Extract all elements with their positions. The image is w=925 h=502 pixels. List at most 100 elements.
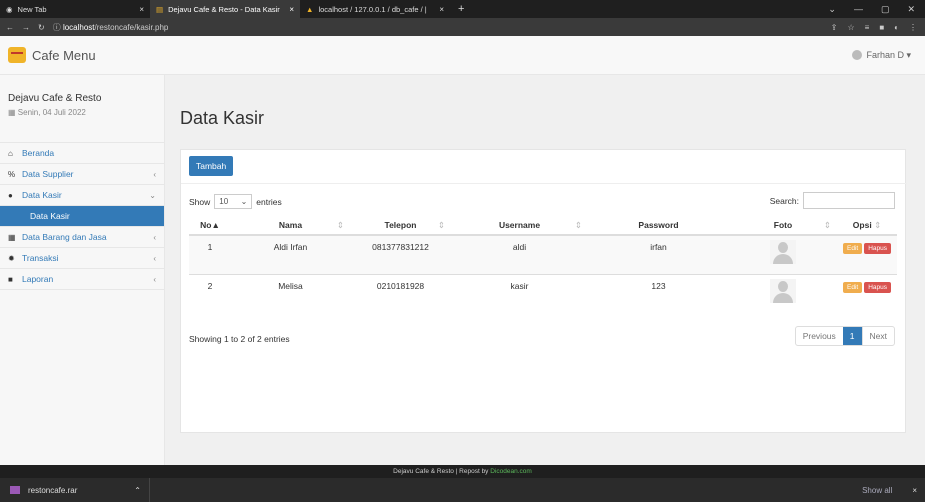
tab-new-tab[interactable]: ◉ New Tab × (0, 0, 150, 18)
share-icon[interactable]: ⇪ (831, 23, 838, 32)
star-icon[interactable]: ☆ (847, 23, 854, 32)
entries-select[interactable]: 10 ⌄ (214, 194, 253, 209)
url-field[interactable]: ⓘ localhost/restoncafe/kasir.php (53, 22, 169, 33)
tab-close-icon[interactable]: × (139, 5, 144, 14)
forward-icon[interactable]: → (22, 23, 30, 32)
cell-nama: Aldi Irfan (231, 234, 350, 274)
entries-value: 10 (219, 197, 229, 206)
sidepanel-icon[interactable]: ■ (879, 23, 884, 32)
show-all-button[interactable]: Show all (862, 486, 912, 495)
sidebar-item-laporan[interactable]: ■ Laporan ‹ (0, 269, 164, 290)
sort-icon: ⇕ (574, 220, 582, 230)
table-row: 1 Aldi Irfan 081377831212 aldi irfan Edi… (189, 234, 897, 274)
cell-foto (729, 273, 837, 313)
download-item[interactable]: restoncafe.rar ⌃ (10, 478, 150, 502)
back-icon[interactable]: ← (6, 23, 14, 32)
add-kasir-button[interactable]: Tambah (189, 156, 234, 176)
user-name: Farhan D ▾ (866, 49, 911, 60)
table-search: Search: (770, 192, 895, 209)
tab-title: New Tab (17, 4, 47, 14)
column-header-no[interactable]: No▲ (189, 216, 231, 236)
sidebar-header: Dejavu Cafe & Resto ▦ Senin, 04 Juli 202… (0, 75, 164, 143)
header-label: Foto (773, 220, 793, 230)
favicon-icon: ▤ (156, 4, 164, 14)
cell-telepon: 081377831212 (350, 234, 451, 274)
extension-icon[interactable]: ≡ (865, 23, 870, 32)
sidebar-title: Dejavu Cafe & Resto (8, 93, 102, 104)
url-path: /restoncafe/kasir.php (94, 22, 169, 32)
browser-tab-bar: ◉ New Tab × ▤ Dejavu Cafe & Resto - Data… (0, 0, 925, 18)
cell-no: 1 (189, 234, 231, 274)
sidebar-item-transaksi[interactable]: ✹ Transaksi ‹ (0, 248, 164, 269)
sort-icon: ⇕ (874, 219, 882, 230)
search-label: Search: (769, 195, 799, 206)
sidebar-item-data-supplier[interactable]: % Data Supplier ‹ (0, 164, 164, 185)
sidebar-item-label: Data Kasir (22, 190, 62, 200)
sidebar-subitem-data-kasir[interactable]: Data Kasir (0, 206, 164, 227)
tab-title: localhost / 127.0.0.1 / db_cafe / | (318, 4, 427, 14)
search-input[interactable] (803, 192, 895, 209)
sidebar-item-beranda[interactable]: ⌂ Beranda (0, 143, 164, 164)
user-icon (852, 50, 863, 60)
brand-title: Cafe Menu (32, 47, 96, 63)
sidebar-date-text: Senin, 04 Juli 2022 (17, 108, 86, 117)
edit-button[interactable]: Edit (843, 281, 863, 293)
chevron-down-icon: ⌄ (149, 190, 156, 200)
previous-button[interactable]: Previous (796, 327, 843, 345)
sidebar-item-label: Data Barang dan Jasa (22, 232, 107, 242)
tab-phpmyadmin[interactable]: ▲ localhost / 127.0.0.1 / db_cafe / | × (300, 0, 450, 18)
cell-opsi: Edit Hapus (837, 234, 897, 274)
chevron-up-icon[interactable]: ⌃ (134, 486, 149, 495)
cell-nama: Melisa (231, 273, 350, 313)
divider (181, 183, 907, 184)
users-icon: ● (8, 190, 13, 200)
sidebar-item-data-barang[interactable]: ▦ Data Barang dan Jasa ‹ (0, 227, 164, 248)
column-header-username[interactable]: Username ⇕ (451, 216, 588, 236)
edit-button[interactable]: Edit (843, 243, 863, 254)
sidebar-item-data-kasir[interactable]: ● Data Kasir ⌄ (0, 185, 164, 206)
column-header-password[interactable]: Password (588, 216, 729, 236)
tab-close-icon[interactable]: × (289, 5, 294, 14)
delete-button[interactable]: Hapus (864, 243, 891, 254)
table-icon: ▦ (8, 232, 16, 242)
chevron-left-icon: ‹ (153, 232, 156, 242)
column-header-opsi[interactable]: Opsi ⇕ (837, 216, 897, 236)
column-header-foto[interactable]: Foto ⇕ (729, 216, 837, 236)
sort-icon: ⇕ (823, 220, 831, 230)
new-tab-button[interactable]: + (450, 3, 472, 15)
profile-icon[interactable]: ◐ (894, 23, 899, 32)
sort-icon: ⇕ (437, 220, 445, 230)
next-button[interactable]: Next (861, 327, 894, 345)
page-button-current[interactable]: 1 (842, 327, 862, 345)
chrome-icon: ◉ (6, 4, 13, 14)
home-icon: ⌂ (8, 148, 13, 158)
chevron-left-icon: ‹ (153, 253, 156, 263)
kasir-table: No▲ Nama ⇕ Telepon ⇕ Username ⇕ Password Fo… (189, 216, 897, 313)
cafe-logo-icon (8, 47, 26, 63)
header-label: No (200, 220, 212, 230)
chevron-left-icon: ‹ (153, 274, 156, 284)
sidebar-date: ▦ Senin, 04 Juli 2022 (8, 108, 156, 117)
reload-icon[interactable]: ↻ (38, 23, 45, 32)
table-row: 2 Melisa 0210181928 kasir 123 Edit Hapus (189, 273, 897, 313)
cell-username: kasir (451, 273, 588, 313)
close-window-icon[interactable]: ✕ (907, 4, 915, 15)
cell-opsi: Edit Hapus (837, 273, 897, 313)
close-download-bar-icon[interactable]: × (912, 486, 925, 495)
cell-password: irfan (588, 234, 729, 274)
menu-icon[interactable]: ⋮ (909, 23, 917, 32)
minimize-icon[interactable]: — (854, 4, 863, 15)
delete-button[interactable]: Hapus (864, 281, 891, 293)
column-header-telepon[interactable]: Telepon ⇕ (350, 216, 451, 236)
brand[interactable]: Cafe Menu (8, 47, 96, 63)
user-menu[interactable]: Farhan D ▾ (852, 50, 917, 61)
archive-file-icon (10, 486, 20, 494)
tab-close-icon[interactable]: × (439, 5, 444, 14)
column-header-nama[interactable]: Nama ⇕ (231, 216, 350, 236)
favicon-icon: ▲ (306, 4, 314, 14)
maximize-icon[interactable]: ▢ (881, 4, 890, 15)
tab-data-kasir[interactable]: ▤ Dejavu Cafe & Resto - Data Kasir × (150, 0, 300, 18)
footer-link[interactable]: Dicodean.com (490, 468, 532, 475)
cell-no: 2 (189, 273, 231, 313)
tab-search-icon[interactable]: ⌄ (828, 4, 836, 15)
